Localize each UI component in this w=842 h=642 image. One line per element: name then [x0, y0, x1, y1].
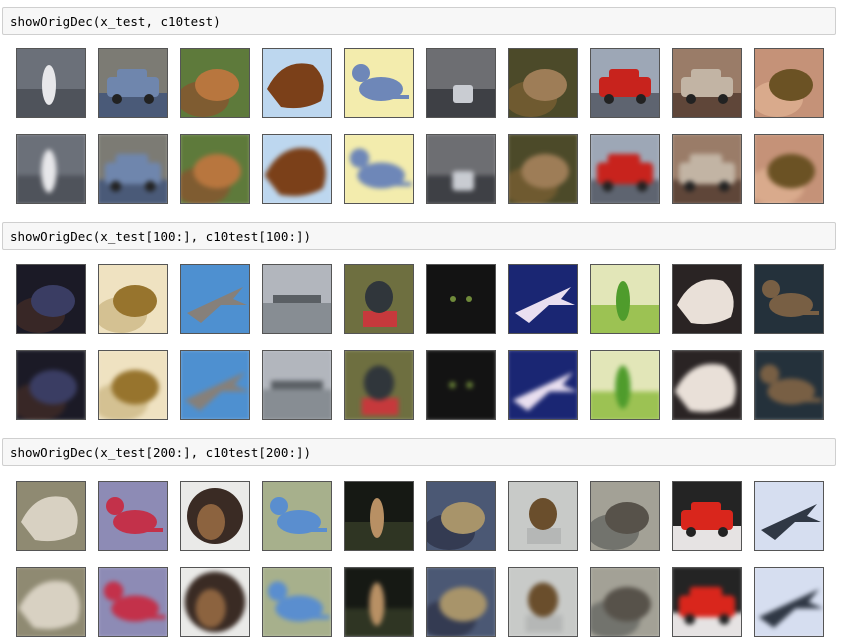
original-car-image — [672, 48, 742, 118]
original-deer-image — [344, 481, 414, 551]
decoded-bird-image — [672, 350, 742, 420]
decoded-deer-image — [16, 350, 86, 420]
code-cell-3[interactable]: showOrigDec(x_test[200:], c10test[200:]) — [2, 438, 836, 466]
original-frog-image — [754, 48, 824, 118]
original-bird-image — [590, 264, 660, 334]
cell-1-code: showOrigDec(x_test, c10test) — [10, 14, 221, 29]
decoded-cat-image — [590, 567, 660, 637]
decoded-frog-image — [426, 567, 496, 637]
code-cell-1[interactable]: showOrigDec(x_test, c10test) — [2, 7, 836, 35]
decoded-car-image — [426, 134, 496, 204]
cell-2-code: showOrigDec(x_test[100:], c10test[100:]) — [10, 229, 312, 244]
original-airplane-image — [754, 481, 824, 551]
original-row-2 — [16, 264, 836, 334]
original-frog-image — [426, 481, 496, 551]
decoded-dog-image — [180, 567, 250, 637]
decoded-row-2 — [16, 350, 836, 420]
original-bird-image — [344, 264, 414, 334]
original-airplane-image — [262, 264, 332, 334]
decoded-frog-image — [98, 350, 168, 420]
original-bird-image — [672, 264, 742, 334]
original-frog-image — [98, 264, 168, 334]
code-cell-2[interactable]: showOrigDec(x_test[100:], c10test[100:]) — [2, 222, 836, 250]
decoded-airplane-image — [754, 567, 824, 637]
original-row-3 — [16, 481, 836, 551]
original-airplane-image — [180, 264, 250, 334]
original-bird-image — [16, 48, 86, 118]
original-truck-image — [590, 48, 660, 118]
original-bird-image — [508, 481, 578, 551]
decoded-airplane-image — [180, 350, 250, 420]
decoded-bird-image — [590, 350, 660, 420]
original-deer-image — [16, 481, 86, 551]
original-dog-image — [180, 481, 250, 551]
decoded-automobile-image — [672, 567, 742, 637]
original-cat-image — [180, 48, 250, 118]
decoded-truck-image — [590, 134, 660, 204]
decoded-ship-image — [508, 350, 578, 420]
decoded-row-1 — [16, 134, 836, 204]
decoded-horse-image — [262, 134, 332, 204]
original-cat-image — [590, 481, 660, 551]
decoded-bird-image — [508, 567, 578, 637]
decoded-truck-image — [98, 134, 168, 204]
decoded-cat-image — [344, 134, 414, 204]
decoded-row-3 — [16, 567, 836, 637]
decoded-deer-image — [16, 567, 86, 637]
decoded-cat-image — [180, 134, 250, 204]
original-automobile-image — [672, 481, 742, 551]
cell-3-code: showOrigDec(x_test[200:], c10test[200:]) — [10, 445, 312, 460]
decoded-bird-image — [344, 350, 414, 420]
decoded-frog-image — [508, 134, 578, 204]
original-dog-image — [262, 481, 332, 551]
original-deer-image — [16, 264, 86, 334]
original-row-1 — [16, 48, 836, 118]
decoded-dog-image — [262, 567, 332, 637]
original-car-image — [426, 48, 496, 118]
decoded-cat-image — [426, 350, 496, 420]
original-horse-image — [262, 48, 332, 118]
decoded-deer-image — [344, 567, 414, 637]
decoded-car-image — [672, 134, 742, 204]
decoded-airplane-image — [262, 350, 332, 420]
original-deer-image — [98, 481, 168, 551]
decoded-bird-image — [16, 134, 86, 204]
original-cat-image — [426, 264, 496, 334]
original-frog-image — [508, 48, 578, 118]
original-deer-image — [754, 264, 824, 334]
decoded-deer-image — [98, 567, 168, 637]
decoded-frog-image — [754, 134, 824, 204]
original-truck-image — [98, 48, 168, 118]
original-cat-image — [344, 48, 414, 118]
decoded-deer-image — [754, 350, 824, 420]
original-ship-image — [508, 264, 578, 334]
